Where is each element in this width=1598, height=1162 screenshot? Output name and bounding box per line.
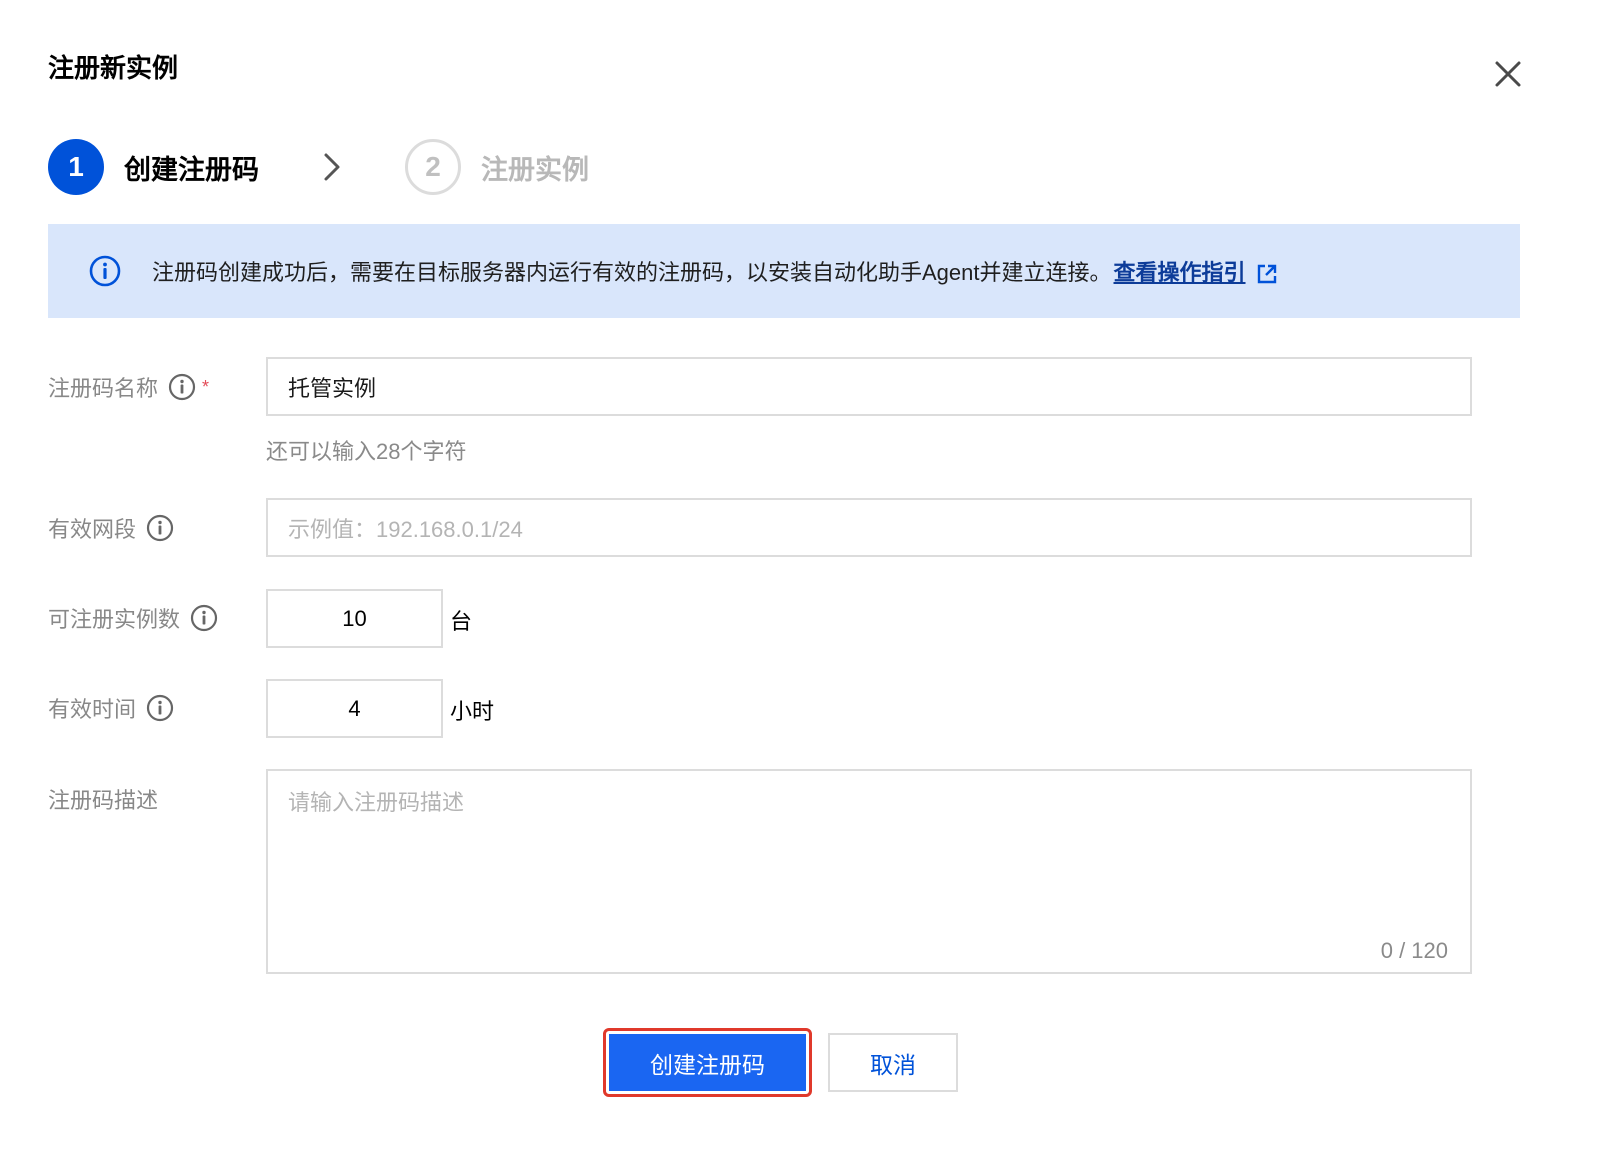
duration-unit: 小时 <box>450 699 495 724</box>
info-circle-icon <box>89 255 121 287</box>
close-icon[interactable] <box>1488 54 1528 94</box>
alert-message: 注册码创建成功后，需要在目标服务器内运行有效的注册码，以安装自动化助手Agent… <box>152 255 1278 287</box>
info-alert: 注册码创建成功后，需要在目标服务器内运行有效的注册码，以安装自动化助手Agent… <box>48 224 1520 318</box>
info-circle-icon[interactable] <box>146 514 174 542</box>
chevron-right-icon <box>317 139 347 195</box>
step-2-number: 2 <box>405 139 461 195</box>
guide-link[interactable]: 查看操作指引 <box>1114 260 1246 285</box>
step-1-number: 1 <box>48 139 104 195</box>
count-field-label: 可注册实例数 <box>48 600 218 636</box>
name-char-hint: 还可以输入28个字符 <box>266 439 467 464</box>
info-circle-icon[interactable] <box>168 373 196 401</box>
dialog-title: 注册新实例 <box>48 53 179 83</box>
cidr-input[interactable]: 示例值：192.168.0.1/24 <box>266 498 1472 557</box>
register-instance-dialog: 注册新实例 1 创建注册码 2 注册实例 注册码创建成功后，需要在目标服务器内运… <box>0 0 1598 1162</box>
step-1-label: 创建注册码 <box>124 154 259 185</box>
description-char-counter: 0 / 120 <box>1380 938 1448 963</box>
description-placeholder: 请输入注册码描述 <box>288 790 465 815</box>
name-field-label: 注册码名称 * <box>48 369 209 405</box>
description-field-label: 注册码描述 <box>48 781 158 817</box>
external-link-icon[interactable] <box>1256 263 1278 285</box>
required-mark: * <box>202 376 210 397</box>
cancel-button[interactable]: 取消 <box>828 1033 958 1092</box>
alert-text: 注册码创建成功后，需要在目标服务器内运行有效的注册码，以安装自动化助手Agent… <box>152 260 1112 285</box>
cidr-field-label: 有效网段 <box>48 510 174 546</box>
description-label-text: 注册码描述 <box>48 788 159 813</box>
create-code-button[interactable]: 创建注册码 <box>603 1028 812 1097</box>
duration-input[interactable]: 4 <box>266 679 443 738</box>
name-input[interactable]: 托管实例 <box>266 357 1472 416</box>
create-code-button-label: 创建注册码 <box>609 1034 806 1091</box>
name-label-text: 注册码名称 <box>48 376 159 401</box>
count-input[interactable]: 10 <box>266 589 443 648</box>
step-2-label: 注册实例 <box>481 154 589 185</box>
description-textarea[interactable]: 请输入注册码描述 0 / 120 <box>266 769 1472 974</box>
duration-label-text: 有效时间 <box>48 697 137 722</box>
steps-indicator: 1 创建注册码 2 注册实例 <box>48 138 589 196</box>
duration-field-label: 有效时间 <box>48 690 174 726</box>
info-circle-icon[interactable] <box>190 604 218 632</box>
info-circle-icon[interactable] <box>146 694 174 722</box>
count-label-text: 可注册实例数 <box>48 607 181 632</box>
count-unit: 台 <box>450 609 473 634</box>
cidr-label-text: 有效网段 <box>48 517 137 542</box>
